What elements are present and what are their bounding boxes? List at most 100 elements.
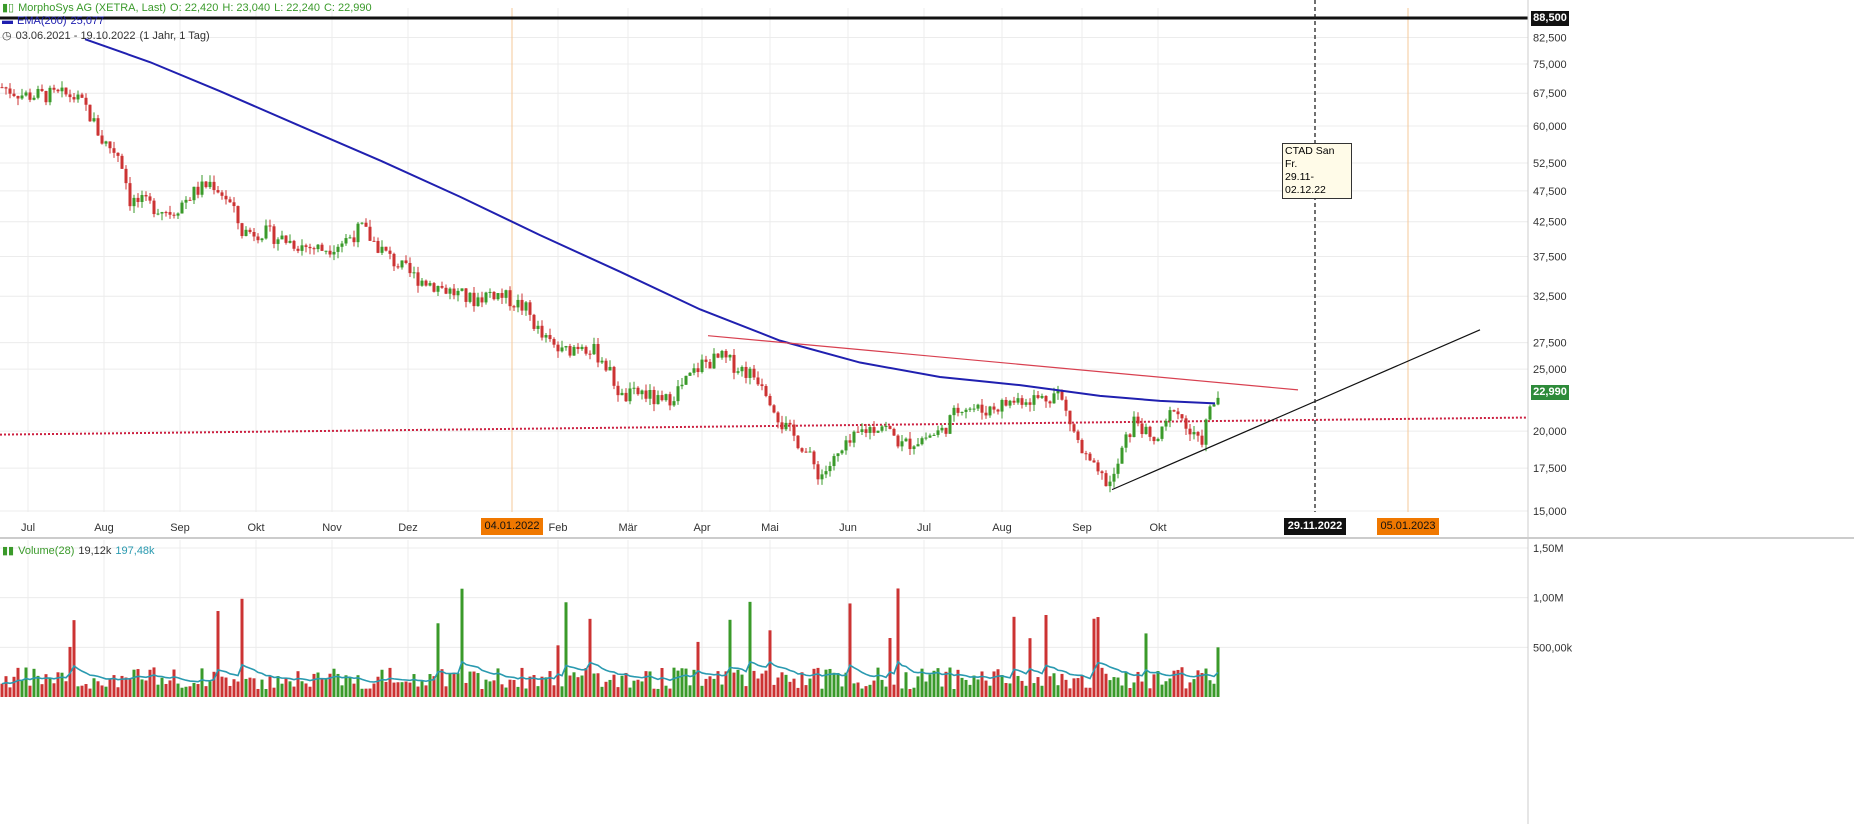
volume-bar — [844, 672, 848, 697]
volume-bar — [1104, 673, 1108, 697]
volume-bar — [596, 673, 600, 697]
volume-bar — [92, 678, 96, 697]
volume-bar — [1056, 685, 1060, 697]
volume-bar — [272, 687, 276, 697]
volume-bar — [888, 638, 892, 697]
volume-bar — [604, 681, 608, 697]
volume-bar — [780, 672, 784, 697]
volume-bar — [88, 688, 92, 697]
candle-body — [1044, 395, 1048, 402]
candle-body — [1168, 410, 1172, 421]
candle-body — [588, 353, 592, 355]
candle-body — [496, 293, 500, 300]
volume-bar — [132, 669, 136, 697]
volume-bar — [308, 686, 312, 697]
candle-body — [792, 424, 796, 436]
candle-body — [532, 314, 536, 329]
volume-bar — [24, 667, 28, 697]
x-tick-label: Aug — [992, 522, 1012, 534]
candle-body — [708, 361, 712, 369]
volume-bar — [1088, 687, 1092, 697]
candle-body — [156, 213, 160, 215]
volume-bar — [616, 687, 620, 697]
volume-bar — [12, 676, 16, 697]
candle-body — [1104, 473, 1108, 487]
volume-bar — [572, 672, 576, 697]
volume-bar — [1084, 687, 1088, 697]
candle-body — [1108, 481, 1112, 487]
volume-bar — [1080, 675, 1084, 697]
candle-body — [1212, 404, 1216, 407]
candle-body — [720, 350, 724, 358]
volume-bar — [420, 681, 424, 697]
volume-bar — [1100, 667, 1104, 697]
candle-body — [424, 280, 428, 286]
candle-body — [800, 448, 804, 452]
candle-body — [244, 229, 248, 237]
volume-bar — [676, 670, 680, 697]
volume-bar — [536, 686, 540, 697]
volume-bar — [300, 681, 304, 697]
volume-bar — [580, 675, 584, 697]
volume-bar — [640, 681, 644, 697]
candle-body — [1156, 438, 1160, 442]
volume-label: Volume(28) — [18, 545, 75, 557]
volume-bar — [1164, 681, 1168, 697]
axes — [0, 0, 1854, 824]
volume-bar — [388, 667, 392, 697]
volume-bar — [276, 676, 280, 697]
volume-bar — [1148, 688, 1152, 697]
candle-body — [704, 359, 708, 362]
volume-bar — [320, 679, 324, 697]
annotation-box[interactable]: CTAD San Fr. 29.11-02.12.22 — [1282, 143, 1352, 199]
candle-body — [700, 359, 704, 373]
candle-body — [308, 246, 312, 249]
volume-bar — [828, 668, 832, 697]
x-tick-label: Dez — [398, 522, 418, 534]
candle-body — [512, 306, 516, 308]
candle-body — [1024, 402, 1028, 405]
volume-bar — [628, 687, 632, 697]
volume-bar — [748, 601, 752, 697]
volume-bar — [804, 685, 808, 697]
candle-body — [288, 240, 292, 243]
volume-bar — [1036, 677, 1040, 697]
volume-bar — [1184, 688, 1188, 697]
candle-body — [1072, 424, 1076, 432]
volume-bar — [752, 670, 756, 697]
candle-body — [832, 456, 836, 467]
volume-bar — [152, 667, 156, 697]
candle-body — [1140, 423, 1144, 435]
candle-body — [1076, 431, 1080, 440]
candle-body — [776, 412, 780, 423]
volume-bar — [368, 688, 372, 697]
range-legend: ◷ 03.06.2021 - 19.10.2022 (1 Jahr, 1 Tag) — [2, 29, 214, 42]
candle-body — [508, 290, 512, 307]
candle-body — [920, 438, 924, 445]
x-tick-label: Nov — [322, 522, 342, 534]
candle-body — [760, 384, 764, 387]
candle-body — [120, 155, 124, 169]
candle-body — [388, 250, 392, 254]
volume-bar — [304, 683, 308, 697]
candle-body — [840, 450, 844, 454]
candle-body — [956, 407, 960, 413]
candle-body — [240, 223, 244, 237]
candle-body — [884, 426, 888, 428]
volume-bar — [644, 671, 648, 697]
top-price-tag: 88,500 — [1531, 11, 1569, 26]
volume-bar — [876, 667, 880, 697]
volume-bar — [912, 687, 916, 697]
candle-body — [784, 422, 788, 430]
y-tick-label: 17,500 — [1533, 463, 1567, 475]
volume-bar — [100, 685, 104, 697]
volume-bar — [1112, 677, 1116, 697]
candle-body — [260, 238, 264, 241]
candle-body — [124, 168, 128, 184]
volume-bar — [240, 598, 244, 697]
y-tick-label: 42,500 — [1533, 217, 1567, 229]
volume-bar — [108, 679, 112, 697]
candle-body — [740, 366, 744, 372]
volume-bar — [1020, 680, 1024, 697]
annotation-line-1: CTAD San Fr. — [1285, 145, 1335, 170]
